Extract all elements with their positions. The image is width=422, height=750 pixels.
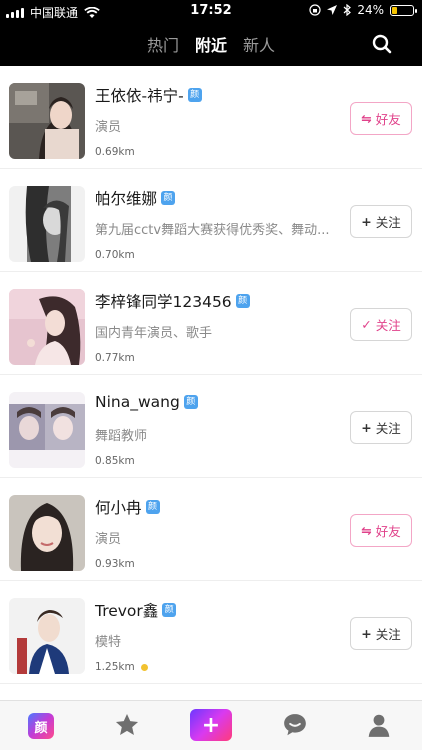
user-description: 第九届cctv舞蹈大赛获得优秀奖、舞动... [95,223,330,238]
tab-hot[interactable]: 热门 [147,32,179,56]
avatar[interactable] [9,598,85,674]
distance-line: 0.85km [95,455,135,467]
status-bar: 中国联通 17:52 24% [0,0,422,22]
name-line: Nina_wang 颜 [95,393,198,411]
followed-button[interactable]: ✓ 关注 [350,308,412,341]
distance: 0.77km [95,352,135,364]
avatar[interactable] [9,289,85,365]
list-item[interactable]: 李梓锋同学123456 颜 国内青年演员、歌手 0.77km ✓ 关注 [0,272,422,375]
online-indicator [140,663,148,671]
button-label: 关注 [375,421,401,436]
distance: 0.69km [95,146,135,158]
distance-line: 1.25km [95,661,148,673]
chat-icon[interactable] [280,710,310,740]
button-label: 好友 [375,112,401,127]
plus-icon: + [361,214,372,229]
check-icon: ✓ [361,317,372,332]
location-icon [327,5,338,15]
user-description: 演员 [95,120,122,135]
tab-new[interactable]: 新人 [243,32,275,56]
name-line: Trevor鑫 颜 [95,599,177,621]
plus-icon[interactable]: + [190,709,232,741]
plus-icon: + [361,420,372,435]
list-item[interactable]: Trevor鑫 颜 模特 1.25km + 关注 [0,581,422,684]
plus-icon: + [361,626,372,641]
star-icon[interactable] [112,710,142,740]
name-line: 王依依-祎宁- 颜 [95,84,202,106]
app-logo[interactable]: 颜 [28,713,54,739]
button-label: 好友 [375,524,401,539]
user-name[interactable]: 李梓锋同学123456 [95,290,232,312]
user-name[interactable]: Nina_wang [95,393,180,411]
list-item[interactable]: Nina_wang 颜 舞蹈教师 0.85km + 关注 [0,375,422,478]
verified-badge: 颜 [235,294,250,308]
bottom-nav: 颜 + [0,700,422,750]
profile-icon[interactable] [364,710,394,740]
battery-fill [392,6,398,14]
distance: 0.70km [95,249,135,261]
verified-badge: 颜 [145,500,160,514]
friend-icon: ⇋ [361,111,372,126]
button-label: 关注 [375,318,401,333]
avatar[interactable] [9,392,85,468]
top-bar: 中国联通 17:52 24% 热门 附近 新人 [0,0,422,66]
tab-nearby[interactable]: 附近 [195,32,227,56]
user-name[interactable]: 王依依-祎宁- [95,84,184,106]
friend-icon: ⇋ [361,523,372,538]
user-description: 模特 [95,635,122,650]
distance-line: 0.77km [95,352,135,364]
avatar[interactable] [9,495,85,571]
friend-button[interactable]: ⇋ 好友 [350,514,412,547]
user-description: 舞蹈教师 [95,429,148,444]
list-item[interactable]: 王依依-祎宁- 颜 演员 0.69km ⇋ 好友 [0,66,422,169]
name-line: 李梓锋同学123456 颜 [95,290,250,312]
verified-badge: 颜 [187,88,202,102]
follow-button[interactable]: + 关注 [350,205,412,238]
user-description: 国内青年演员、歌手 [95,326,213,341]
user-name[interactable]: Trevor鑫 [95,599,158,621]
battery-icon [390,4,417,16]
verified-badge: 颜 [183,395,198,409]
name-line: 帕尔维娜 颜 [95,187,176,209]
verified-badge: 颜 [161,191,176,205]
button-label: 关注 [375,215,401,230]
avatar[interactable] [9,83,85,159]
friend-button[interactable]: ⇋ 好友 [350,102,412,135]
button-label: 关注 [375,627,401,642]
distance: 0.85km [95,455,135,467]
battery-label: 24% [357,3,384,17]
status-right: 24% [309,3,417,17]
distance-line: 0.93km [95,558,135,570]
distance-line: 0.69km [95,146,135,158]
distance-line: 0.70km [95,249,135,261]
top-tabs: 热门 附近 新人 [0,32,422,56]
distance: 1.25km [95,661,135,673]
user-name[interactable]: 何小冉 [95,496,142,518]
list-item[interactable]: 帕尔维娜 颜 第九届cctv舞蹈大赛获得优秀奖、舞动... 0.70km + 关… [0,169,422,272]
verified-badge: 颜 [162,603,177,617]
follow-button[interactable]: + 关注 [350,411,412,444]
follow-button[interactable]: + 关注 [350,617,412,650]
name-line: 何小冉 颜 [95,496,160,518]
search-icon[interactable] [372,34,392,54]
rotation-lock-icon [309,4,321,16]
user-list: 王依依-祎宁- 颜 演员 0.69km ⇋ 好友 帕尔维娜 颜 第九届cctv舞… [0,66,422,684]
avatar[interactable] [9,186,85,262]
distance: 0.93km [95,558,135,570]
user-name[interactable]: 帕尔维娜 [95,187,157,209]
user-description: 演员 [95,532,122,547]
bluetooth-icon [343,4,352,16]
list-item[interactable]: 何小冉 颜 演员 0.93km ⇋ 好友 [0,478,422,581]
